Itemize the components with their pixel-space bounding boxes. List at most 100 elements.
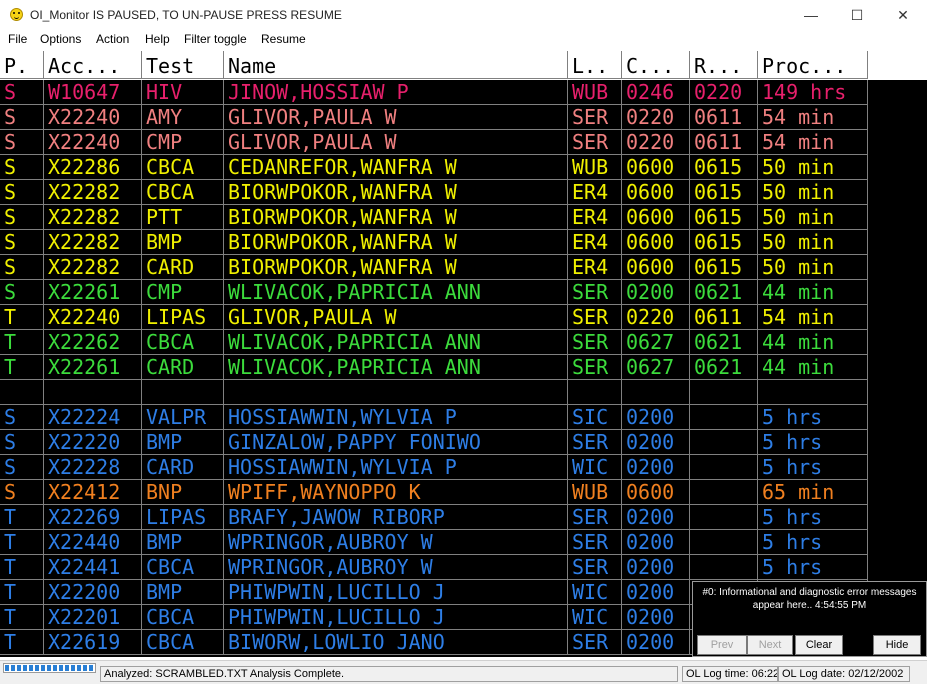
cell-test: CBCA: [142, 605, 224, 630]
table-row[interactable]: S X22228 CARD HOSSIAWWIN,WYLVIA P WIC 0200 5 h…: [0, 455, 868, 480]
cell-location: WUB: [568, 80, 622, 105]
table-row[interactable]: S X22240 CMP GLIVOR,PAULA W SER 0220 0611 54 mi…: [0, 130, 868, 155]
cell-location: [568, 380, 622, 405]
cell-test: BNP: [142, 480, 224, 505]
col-header-priority[interactable]: P.: [0, 51, 44, 79]
menu-resume[interactable]: Resume: [261, 32, 306, 46]
cell-location: SER: [568, 530, 622, 555]
cell-test: AMY: [142, 105, 224, 130]
menu-action[interactable]: Action: [96, 32, 129, 46]
table-row[interactable]: T X22262 CBCA WLIVACOK,PAPRICIA ANN SER 0627 0…: [0, 330, 868, 355]
table-row[interactable]: S X22282 BMP BIORWPOKOR,WANFRA W ER4 0600 0615…: [0, 230, 868, 255]
table-row[interactable]: S X22220 BMP GINZALOW,PAPPY FONIWO SER 0200 5 …: [0, 430, 868, 455]
cell-accession: X22282: [44, 255, 142, 280]
table-row[interactable]: [0, 380, 868, 405]
cell-priority: T: [0, 605, 44, 630]
next-button[interactable]: Next: [747, 635, 793, 655]
cell-accession: X22412: [44, 480, 142, 505]
col-header-accession[interactable]: Acc...: [44, 51, 142, 79]
cell-location: ER4: [568, 205, 622, 230]
clear-button[interactable]: Clear: [795, 635, 843, 655]
cell-process-time: 50 min: [758, 255, 868, 280]
cell-collected: 0200: [622, 630, 690, 655]
menu-filter-toggle[interactable]: Filter toggle: [184, 32, 247, 46]
cell-location: SER: [568, 505, 622, 530]
cell-accession: X22440: [44, 530, 142, 555]
cell-received: 0611: [690, 130, 758, 155]
cell-collected: 0200: [622, 455, 690, 480]
cell-received: [690, 430, 758, 455]
table-row[interactable]: S X22282 CARD BIORWPOKOR,WANFRA W ER4 0600 061…: [0, 255, 868, 280]
analysis-status: Analyzed: SCRAMBLED.TXT Analysis Complet…: [100, 666, 678, 682]
cell-received: 0621: [690, 355, 758, 380]
cell-received: 0615: [690, 205, 758, 230]
cell-location: SIC: [568, 405, 622, 430]
table-row[interactable]: S X22240 AMY GLIVOR,PAULA W SER 0220 0611 54 mi…: [0, 105, 868, 130]
col-header-location[interactable]: L..: [568, 51, 622, 79]
cell-received: [690, 530, 758, 555]
table-row[interactable]: T X22440 BMP WPRINGOR,AUBROY W SER 0200 5 hrs: [0, 530, 868, 555]
cell-test: CARD: [142, 455, 224, 480]
progress-fill: [5, 665, 94, 671]
minimize-button[interactable]: —: [788, 0, 834, 30]
table-row[interactable]: T X22269 LIPAS BRAFY,JAWOW RIBORP SER 0200 5 h…: [0, 505, 868, 530]
cell-patient-name: HOSSIAWWIN,WYLVIA P: [224, 405, 568, 430]
cell-priority: T: [0, 305, 44, 330]
results-grid[interactable]: P. Acc... Test Name L.. C... R... Proc..…: [0, 51, 927, 657]
table-row[interactable]: S X22282 PTT BIORWPOKOR,WANFRA W ER4 0600 0615…: [0, 205, 868, 230]
cell-patient-name: WPRINGOR,AUBROY W: [224, 530, 568, 555]
col-header-test[interactable]: Test: [142, 51, 224, 79]
cell-accession: X22261: [44, 355, 142, 380]
cell-collected: 0600: [622, 255, 690, 280]
table-row[interactable]: S X22261 CMP WLIVACOK,PAPRICIA ANN SER 0200 06…: [0, 280, 868, 305]
cell-test: LIPAS: [142, 505, 224, 530]
cell-received: 0611: [690, 305, 758, 330]
col-header-collected[interactable]: C...: [622, 51, 690, 79]
cell-process-time: 54 min: [758, 305, 868, 330]
table-row[interactable]: S X22224 VALPR HOSSIAWWIN,WYLVIA P SIC 0200 5 …: [0, 405, 868, 430]
col-header-received[interactable]: R...: [690, 51, 758, 79]
table-row[interactable]: S X22412 BNP WPIFF,WAYNOPPO K WUB 0600 65 min: [0, 480, 868, 505]
menu-options[interactable]: Options: [40, 32, 81, 46]
cell-received: [690, 555, 758, 580]
cell-test: BMP: [142, 430, 224, 455]
close-button[interactable]: ✕: [880, 0, 926, 30]
cell-process-time: 50 min: [758, 230, 868, 255]
col-header-process[interactable]: Proc...: [758, 51, 868, 79]
cell-patient-name: BIORWPOKOR,WANFRA W: [224, 255, 568, 280]
cell-test: CARD: [142, 255, 224, 280]
cell-location: WUB: [568, 155, 622, 180]
title-bar: OI_Monitor IS PAUSED, TO UN-PAUSE PRESS …: [0, 0, 927, 30]
table-row[interactable]: T X22441 CBCA WPRINGOR,AUBROY W SER 0200 5 hrs: [0, 555, 868, 580]
cell-process-time: 5 hrs: [758, 505, 868, 530]
table-row[interactable]: S W10647 HIV JINOW,HOSSIAW P WUB 0246 0220 149 …: [0, 80, 868, 105]
table-row[interactable]: S X22282 CBCA BIORWPOKOR,WANFRA W ER4 0600 061…: [0, 180, 868, 205]
cell-received: 0615: [690, 180, 758, 205]
cell-patient-name: [224, 380, 568, 405]
cell-patient-name: BIWORW,LOWLIO JANO: [224, 630, 568, 655]
hide-button[interactable]: Hide: [873, 635, 921, 655]
cell-priority: S: [0, 230, 44, 255]
cell-priority: S: [0, 255, 44, 280]
cell-collected: 0600: [622, 230, 690, 255]
cell-priority: T: [0, 630, 44, 655]
cell-accession: X22619: [44, 630, 142, 655]
cell-accession: X22441: [44, 555, 142, 580]
table-row[interactable]: S X22286 CBCA CEDANREFOR,WANFRA W WUB 0600 061…: [0, 155, 868, 180]
cell-patient-name: WLIVACOK,PAPRICIA ANN: [224, 280, 568, 305]
col-header-name[interactable]: Name: [224, 51, 568, 79]
prev-button[interactable]: Prev: [697, 635, 747, 655]
cell-priority: S: [0, 205, 44, 230]
cell-collected: 0200: [622, 530, 690, 555]
cell-received: [690, 480, 758, 505]
cell-collected: 0246: [622, 80, 690, 105]
menu-help[interactable]: Help: [145, 32, 170, 46]
menu-file[interactable]: File: [8, 32, 27, 46]
cell-collected: 0200: [622, 505, 690, 530]
table-row[interactable]: T X22261 CARD WLIVACOK,PAPRICIA ANN SER 0627 0…: [0, 355, 868, 380]
cell-test: CBCA: [142, 630, 224, 655]
table-row[interactable]: T X22240 LIPAS GLIVOR,PAULA W SER 0220 0611 54 …: [0, 305, 868, 330]
maximize-button[interactable]: ☐: [834, 0, 880, 30]
cell-process-time: 149 hrs: [758, 80, 868, 105]
cell-priority: T: [0, 355, 44, 380]
